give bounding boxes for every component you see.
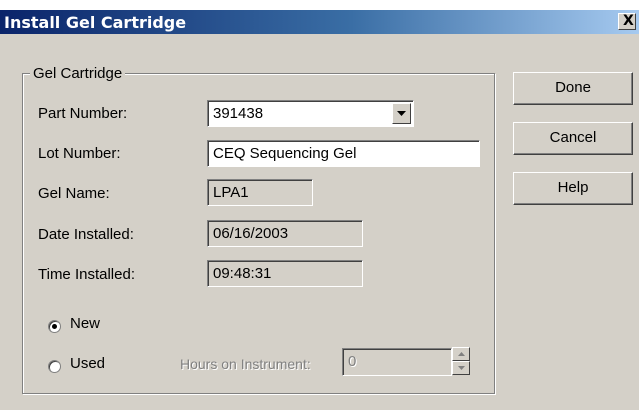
date-installed-field: 06/16/2003 [207,220,363,247]
hours-on-instrument-label: Hours on Instrument: [180,356,311,372]
time-installed-label: Time Installed: [38,266,135,283]
spin-up-button[interactable] [452,347,470,361]
gel-name-value: LPA1 [213,184,249,201]
used-radio-label[interactable]: Used [70,355,105,372]
arrow-down-icon [458,366,465,370]
date-installed-value: 06/16/2003 [213,225,289,242]
window-title: Install Gel Cartridge [4,13,187,32]
done-button[interactable]: Done [513,72,633,105]
part-number-dropdown[interactable]: 391438 [207,100,414,127]
help-button[interactable]: Help [513,172,633,205]
hours-on-instrument-field[interactable]: 0 [342,348,452,376]
hours-on-instrument-value: 0 [348,353,357,370]
lot-number-field[interactable]: CEQ Sequencing Gel [207,140,480,167]
close-icon: X [623,13,634,29]
spin-down-button[interactable] [452,361,470,375]
arrow-up-icon [458,352,465,356]
title-bar[interactable]: Install Gel Cartridge X [0,10,639,34]
close-button[interactable]: X [618,13,636,30]
chevron-down-icon [397,111,406,116]
lot-number-label: Lot Number: [38,145,121,162]
gel-name-label: Gel Name: [38,185,110,202]
lot-number-value: CEQ Sequencing Gel [213,145,357,162]
date-installed-label: Date Installed: [38,226,134,243]
cancel-button[interactable]: Cancel [513,122,633,155]
group-legend: Gel Cartridge [30,65,126,82]
new-radio[interactable] [48,320,61,333]
time-installed-value: 09:48:31 [213,265,272,282]
part-number-dropdown-button[interactable] [392,103,411,124]
part-number-value: 391438 [213,105,264,122]
time-installed-field: 09:48:31 [207,260,363,287]
new-radio-label[interactable]: New [70,315,100,332]
part-number-label: Part Number: [38,105,128,122]
new-radio-dot [52,324,57,329]
hours-spinner[interactable] [452,347,470,376]
gel-name-field: LPA1 [207,179,313,206]
used-radio[interactable] [48,360,61,373]
install-gel-cartridge-dialog: Install Gel Cartridge X Gel Cartridge Pa… [0,10,639,410]
